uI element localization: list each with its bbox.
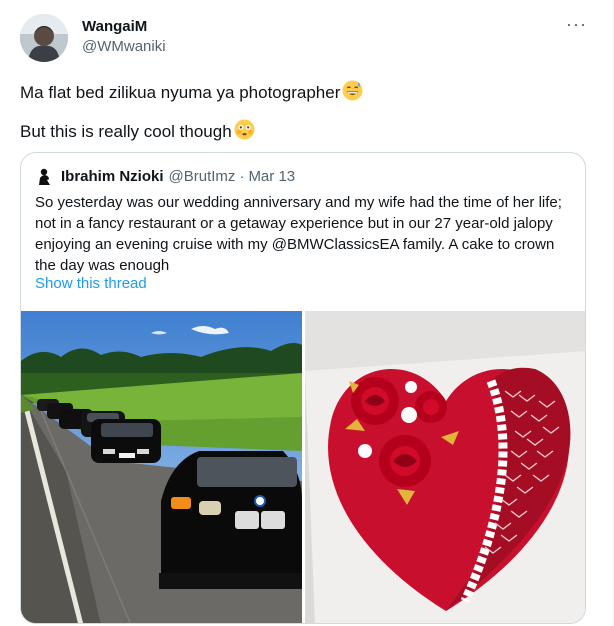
tweet-text-2: But this is really cool though — [20, 122, 232, 141]
heart-cake-photo[interactable] — [305, 311, 585, 623]
quoted-author-handle[interactable]: @BrutImz — [169, 168, 236, 185]
show-thread-link[interactable]: Show this thread — [35, 275, 147, 292]
tweet-text-line-1: Ma flat bed zilikua nyuma ya photographe… — [20, 80, 363, 107]
quoted-user-avatar-icon — [35, 166, 55, 186]
author-handle[interactable]: @WMwaniki — [82, 38, 166, 55]
quoted-author-avatar[interactable] — [35, 166, 55, 186]
meta-separator: · — [239, 167, 245, 185]
tweet-text-1: Ma flat bed zilikua nyuma ya photographe… — [20, 83, 341, 102]
bmw-cars-roadside-photo[interactable] — [21, 311, 302, 623]
quoted-tweet[interactable]: Ibrahim Nzioki @BrutImz · Mar 13 So yest… — [20, 152, 586, 624]
quoted-author-name[interactable]: Ibrahim Nzioki — [61, 168, 164, 185]
author-name[interactable]: WangaiM — [82, 18, 147, 35]
quoted-tweet-text: So yesterday was our wedding anniversary… — [35, 194, 562, 274]
flushed-face-emoji-icon — [234, 119, 255, 146]
tweet-text-line-2: But this is really cool though — [20, 119, 255, 146]
grinning-sweat-emoji-icon — [342, 80, 363, 107]
author-avatar[interactable] — [20, 14, 68, 62]
user-avatar-icon — [20, 14, 68, 62]
ellipsis-icon[interactable]: ··· — [566, 14, 587, 35]
quoted-tweet-date[interactable]: Mar 13 — [248, 168, 295, 185]
quoted-tweet-header: Ibrahim Nzioki @BrutImz · Mar 13 — [35, 165, 295, 187]
tweet-card: WangaiM @WMwaniki ··· Ma flat bed ziliku… — [0, 0, 614, 626]
